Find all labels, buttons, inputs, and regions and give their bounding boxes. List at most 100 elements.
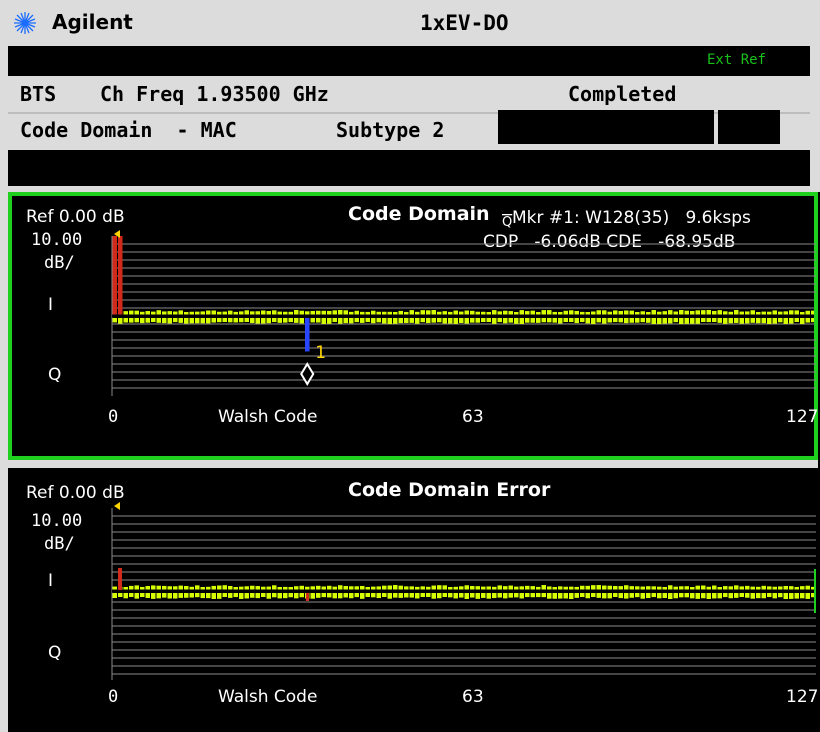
- q-bar-53: [404, 593, 409, 598]
- q-bar-90: [607, 318, 612, 323]
- q-bar-99: [657, 593, 662, 599]
- q-bar-31: [283, 318, 288, 323]
- measurement-info-panel: BTS Ch Freq 1.93500 GHz Completed Code D…: [8, 76, 810, 150]
- ref-arrow-icon: [114, 502, 120, 510]
- q-bar-66: [475, 318, 480, 323]
- q-bar-83: [569, 318, 574, 323]
- q-bar-114: [739, 318, 744, 324]
- q-bar-40: [332, 318, 337, 322]
- q-bar-9: [162, 318, 167, 324]
- q-bar-30: [277, 593, 282, 599]
- q-bar-29: [272, 318, 277, 323]
- q-bar-121: [778, 593, 783, 598]
- q-bar-25: [250, 318, 255, 324]
- q-bar-49: [382, 593, 387, 597]
- q-bar-61: [448, 318, 453, 324]
- q-bar-57: [426, 593, 431, 597]
- q-bar-95: [635, 593, 640, 598]
- q-bar-66: [475, 593, 480, 599]
- measurement-name: Code Domain - MAC: [20, 118, 237, 142]
- q-bar-48: [376, 318, 381, 323]
- q-bar-34: [299, 318, 304, 324]
- q-bar-15: [195, 593, 200, 598]
- q-bar-34: [299, 593, 304, 598]
- q-bar-61: [448, 593, 453, 598]
- q-bar-33: [294, 593, 299, 599]
- q-bar-49: [382, 318, 387, 324]
- q-bar-32: [288, 593, 293, 598]
- q-bar-106: [695, 593, 700, 599]
- q-bar-93: [624, 593, 629, 599]
- code-domain-panel[interactable]: Ref 0.00 dB Code Domain Q Mkr #1: W128(3…: [8, 192, 818, 460]
- q-bar-12: [178, 593, 183, 598]
- q-bar-42: [343, 593, 348, 598]
- q-bar-18: [211, 593, 216, 599]
- q-bar-94: [629, 318, 634, 323]
- channel-frequency: Ch Freq 1.93500 GHz: [100, 82, 329, 106]
- q-bar-100: [662, 318, 667, 324]
- q-bar-118: [761, 318, 766, 324]
- q-bar-76: [530, 593, 535, 598]
- marker-diamond-icon: [300, 362, 315, 386]
- q-bar-67: [481, 593, 486, 598]
- q-bar-26: [255, 593, 260, 599]
- q-bar-32: [288, 318, 293, 323]
- q-bar-20: [222, 318, 227, 322]
- q-bar-83: [569, 593, 574, 599]
- scale-unit: dB/: [44, 534, 75, 554]
- q-bar-39: [327, 593, 332, 598]
- chart-title: Code Domain: [348, 203, 490, 225]
- code-domain-error-panel[interactable]: Ref 0.00 dB Code Domain Error 10.00 dB/ …: [8, 468, 818, 732]
- x-tick-start: 0: [108, 687, 118, 707]
- x-axis-label: Walsh Code: [218, 687, 317, 707]
- bts-label: BTS: [20, 82, 57, 106]
- q-bar-17: [206, 318, 211, 324]
- q-bar-51: [393, 593, 398, 598]
- q-bar-56: [420, 318, 425, 323]
- q-bar-65: [470, 593, 475, 598]
- q-bar-43: [349, 593, 354, 599]
- title-bar: Agilent 1xEV-DO: [0, 0, 820, 46]
- q-bar-10: [167, 318, 172, 324]
- q-bar-54: [409, 593, 414, 598]
- q-bar-46: [365, 593, 370, 597]
- reference-status-bar: Ext Ref: [8, 46, 810, 76]
- q-bar-37: [316, 593, 321, 598]
- marker-readout: Mkr #1: W128(35) 9.6ksps: [512, 208, 751, 228]
- q-bar-110: [717, 593, 722, 599]
- q-bar-40: [332, 593, 337, 599]
- q-bar-38: [321, 593, 326, 598]
- q-bar-10: [167, 593, 172, 599]
- mode-title: 1xEV-DO: [420, 11, 509, 35]
- q-bar-24: [244, 593, 249, 599]
- q-bar-105: [690, 318, 695, 324]
- status-box-1: [498, 110, 714, 144]
- subtype-label: Subtype 2: [336, 118, 445, 142]
- q-bar-38: [321, 318, 326, 324]
- q-bar-118: [761, 593, 766, 599]
- q-bar-22: [233, 593, 238, 598]
- q-bar-44: [354, 593, 359, 598]
- analyzer-screen: Agilent 1xEV-DO Ext Ref BTS Ch Freq 1.93…: [0, 0, 820, 732]
- q-bar-71: [503, 593, 508, 599]
- q-bar-79: [547, 593, 552, 599]
- q-bar-90: [607, 593, 612, 599]
- q-bar-36: [310, 593, 315, 599]
- q-bar-117: [756, 318, 761, 324]
- q-bar-110: [717, 318, 722, 323]
- q-bar-5: [140, 593, 145, 597]
- marker-number: 1: [315, 343, 326, 363]
- q-bar-48: [376, 593, 381, 599]
- q-bar-7: [151, 593, 156, 599]
- q-bar-87: [591, 318, 596, 325]
- q-bar-112: [728, 318, 733, 324]
- q-bar-16: [200, 318, 205, 324]
- q-bar-51: [393, 318, 398, 324]
- q-bar-101: [668, 318, 673, 324]
- q-bar-19: [217, 593, 222, 599]
- measurement-status: Completed: [568, 82, 677, 106]
- q-bar-7: [151, 318, 156, 323]
- left-bezel: [0, 0, 8, 732]
- q-bar-75: [525, 318, 530, 323]
- cdp-readout: CDP -6.06dB CDE -68.95dB: [483, 232, 735, 252]
